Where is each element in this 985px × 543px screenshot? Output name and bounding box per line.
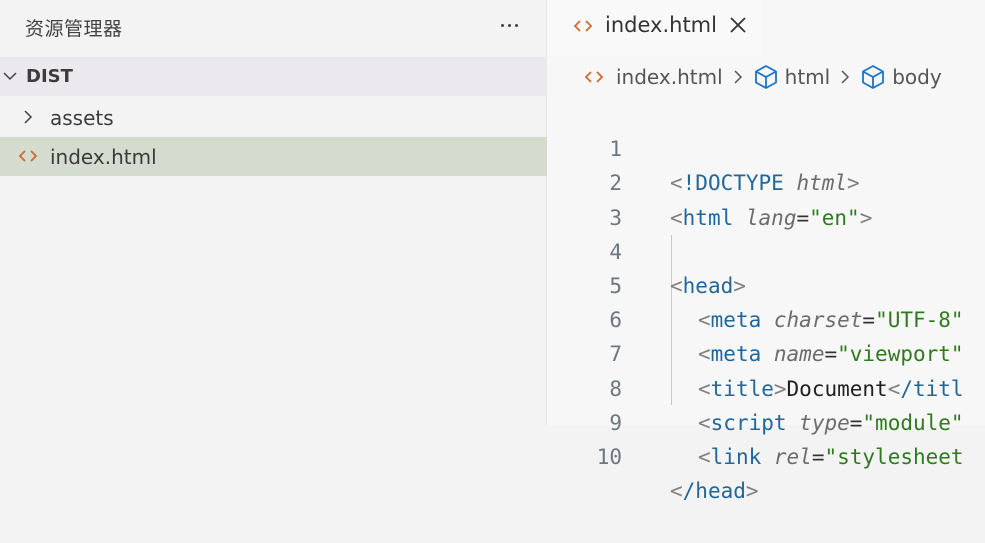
html-file-icon xyxy=(573,20,593,32)
chevron-down-icon xyxy=(3,72,17,81)
folder-dist-label: DIST xyxy=(26,66,73,87)
line-content: </head> xyxy=(670,479,759,504)
html-file-icon xyxy=(18,150,38,162)
folder-dist[interactable]: DIST xyxy=(0,57,547,96)
chevron-right-icon xyxy=(24,110,33,124)
breadcrumb-file[interactable]: index.html xyxy=(616,65,723,89)
cube-icon xyxy=(862,65,885,89)
breadcrumb-body[interactable]: body xyxy=(892,65,941,89)
line-content: <link rel="stylesheet xyxy=(698,444,964,469)
tag: /head xyxy=(682,479,746,504)
attr: rel xyxy=(773,444,812,469)
chevron-right-icon xyxy=(841,70,850,84)
explorer-title: 资源管理器 xyxy=(25,18,123,40)
sidebar-item-index-html[interactable]: index.html xyxy=(0,137,547,176)
code-line: 10 </head> xyxy=(547,406,985,503)
editor-area: index.html index.html html body 1 <!DOCT… xyxy=(547,0,985,503)
explorer-sidebar: 资源管理器 DIST assets index.html xyxy=(0,0,547,425)
sidebar-item-assets[interactable]: assets xyxy=(0,98,547,137)
line-number: 10 xyxy=(596,444,622,469)
code-line: 3 xyxy=(547,166,985,230)
explorer-header: 资源管理器 xyxy=(0,0,547,57)
html-file-icon xyxy=(584,71,604,83)
breadcrumb: index.html html body xyxy=(584,62,942,92)
code-line: 6 <meta name="viewport" xyxy=(547,269,985,366)
breadcrumb-html[interactable]: html xyxy=(785,65,831,89)
tab-label: index.html xyxy=(605,13,717,37)
code-line: 1 <!DOCTYPE html> xyxy=(547,98,985,195)
sidebar-item-label: assets xyxy=(50,106,114,130)
code-line: 4 <head> xyxy=(547,201,985,298)
ellipsis-icon[interactable] xyxy=(494,12,524,38)
chevron-right-icon xyxy=(734,70,742,84)
close-icon[interactable] xyxy=(728,15,748,35)
code-line: 8 <script type="module" xyxy=(547,337,985,435)
sidebar-item-label: index.html xyxy=(50,145,157,169)
tab-index-html[interactable]: index.html xyxy=(547,0,761,56)
code-line: 2 <html lang="en"> xyxy=(547,132,985,229)
code-line: 9 <link rel="stylesheet xyxy=(547,372,985,469)
cube-icon xyxy=(754,65,777,89)
code-line: 5 <meta charset="UTF-8" xyxy=(547,235,985,332)
string: "stylesheet xyxy=(824,444,964,469)
code-line: 7 <title>Document</titl xyxy=(547,303,985,400)
code-editor[interactable]: 1 <!DOCTYPE html> 2 <html lang="en"> 3 4… xyxy=(547,98,985,503)
tag: link xyxy=(710,444,762,469)
